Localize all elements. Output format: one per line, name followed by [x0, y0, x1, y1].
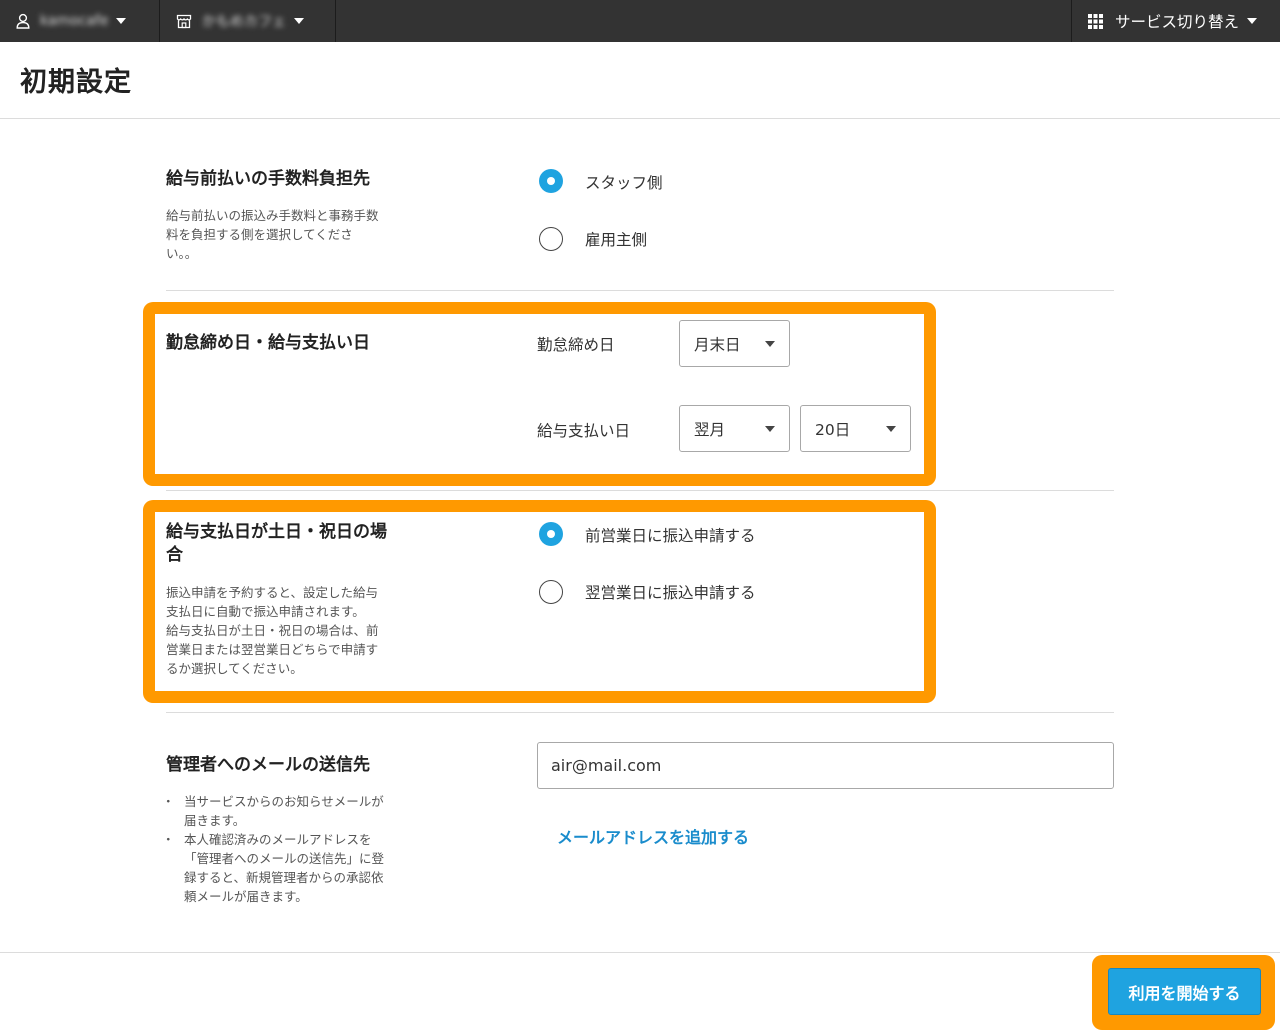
note-line: 頼メールが届きます。	[184, 889, 308, 904]
payday-month-value: 翌月	[694, 420, 726, 439]
chevron-down-icon	[294, 18, 304, 24]
add-email-link[interactable]: メールアドレスを追加する	[557, 824, 749, 848]
radio-label-previous-business-day[interactable]: 前営業日に振込申請する	[585, 524, 756, 546]
description-line: 営業日または翌営業日どちらで申請す	[166, 642, 379, 657]
closing-day-select[interactable]: 月末日	[679, 320, 790, 367]
top-bar: kamocafe かもめカフェ サービス切り替え	[0, 0, 1280, 42]
description-line: 給与前払いの振込み手数料と事務手数	[166, 208, 379, 223]
radio-next-business-day[interactable]	[539, 580, 563, 604]
note-item: 本人確認済みのメールアドレスを 「管理者へのメールの送信先」に登 録すると、新規…	[162, 830, 385, 906]
chevron-down-icon	[765, 341, 775, 347]
closing-day-label: 勤怠締め日	[537, 336, 615, 354]
admin-email-input[interactable]	[537, 742, 1114, 789]
radio-label-next-business-day[interactable]: 翌営業日に振込申請する	[585, 581, 756, 603]
note-line: 「管理者へのメールの送信先」に登	[184, 851, 385, 866]
radio-label-employer-side[interactable]: 雇用主側	[585, 228, 647, 250]
title-divider	[0, 118, 1280, 119]
note-item: 当サービスからのお知らせメールが 届きます。	[162, 792, 384, 830]
radio-staff-side[interactable]	[539, 169, 563, 193]
radio-label-staff-side[interactable]: スタッフ側	[585, 171, 663, 193]
highlight-frame	[143, 302, 936, 486]
section-divider	[166, 712, 1114, 713]
user-icon	[16, 13, 30, 29]
note-line: 当サービスからのお知らせメールが	[184, 794, 384, 809]
payday-day-value: 20日	[815, 420, 851, 439]
store-icon	[176, 14, 192, 29]
note-line: 届きます。	[184, 813, 246, 828]
service-switch-label: サービス切り替え	[1115, 13, 1240, 31]
account-name: kamocafe	[40, 13, 109, 29]
footer-divider	[0, 952, 1280, 953]
closing-section-title: 勤怠締め日・給与支払い日	[166, 333, 370, 353]
email-section-notes: 当サービスからのお知らせメールが 届きます。 本人確認済みのメールアドレスを 「…	[162, 792, 385, 906]
note-line: 本人確認済みのメールアドレスを	[184, 832, 372, 847]
store-menu[interactable]: かもめカフェ	[160, 0, 336, 42]
description-line: い。。	[166, 246, 198, 261]
payday-day-select[interactable]: 20日	[800, 405, 911, 452]
section-divider	[166, 490, 1114, 491]
title-line: 合	[166, 545, 183, 565]
title-line: 給与支払日が土日・祝日の場	[166, 522, 387, 542]
description-line: 給与支払日が土日・祝日の場合は、前	[166, 623, 379, 638]
fee-section-description: 給与前払いの振込み手数料と事務手数 料を負担する側を選択してくださ い。。	[166, 206, 379, 263]
holiday-section-title: 給与支払日が土日・祝日の場 合	[166, 521, 387, 567]
description-line: 料を負担する側を選択してくださ	[166, 227, 353, 242]
fee-section-title: 給与前払いの手数料負担先	[166, 169, 370, 189]
page-title: 初期設定	[20, 67, 132, 98]
chevron-down-icon	[765, 426, 775, 432]
chevron-down-icon	[116, 18, 127, 24]
account-menu[interactable]: kamocafe	[0, 0, 160, 42]
note-line: 録すると、新規管理者からの承認依	[184, 870, 384, 885]
description-line: 支払日に自動で振込申請されます。	[166, 604, 365, 619]
holiday-section-description: 振込申請を予約すると、設定した給与 支払日に自動で振込申請されます。 給与支払日…	[166, 583, 379, 678]
start-using-button[interactable]: 利用を開始する	[1108, 968, 1261, 1015]
chevron-down-icon	[886, 426, 896, 432]
chevron-down-icon	[1247, 18, 1258, 24]
store-name: かもめカフェ	[202, 14, 286, 30]
section-divider	[166, 290, 1114, 291]
radio-employer-side[interactable]	[539, 227, 563, 251]
service-switch-menu[interactable]: サービス切り替え	[1071, 0, 1280, 42]
description-line: るか選択してください。	[166, 661, 303, 676]
description-line: 振込申請を予約すると、設定した給与	[166, 585, 379, 600]
email-section-title: 管理者へのメールの送信先	[166, 755, 370, 775]
grid-icon	[1088, 13, 1103, 29]
payday-month-select[interactable]: 翌月	[679, 405, 790, 452]
radio-previous-business-day[interactable]	[539, 522, 563, 546]
payday-label: 給与支払い日	[537, 422, 631, 440]
closing-day-value: 月末日	[694, 335, 741, 354]
